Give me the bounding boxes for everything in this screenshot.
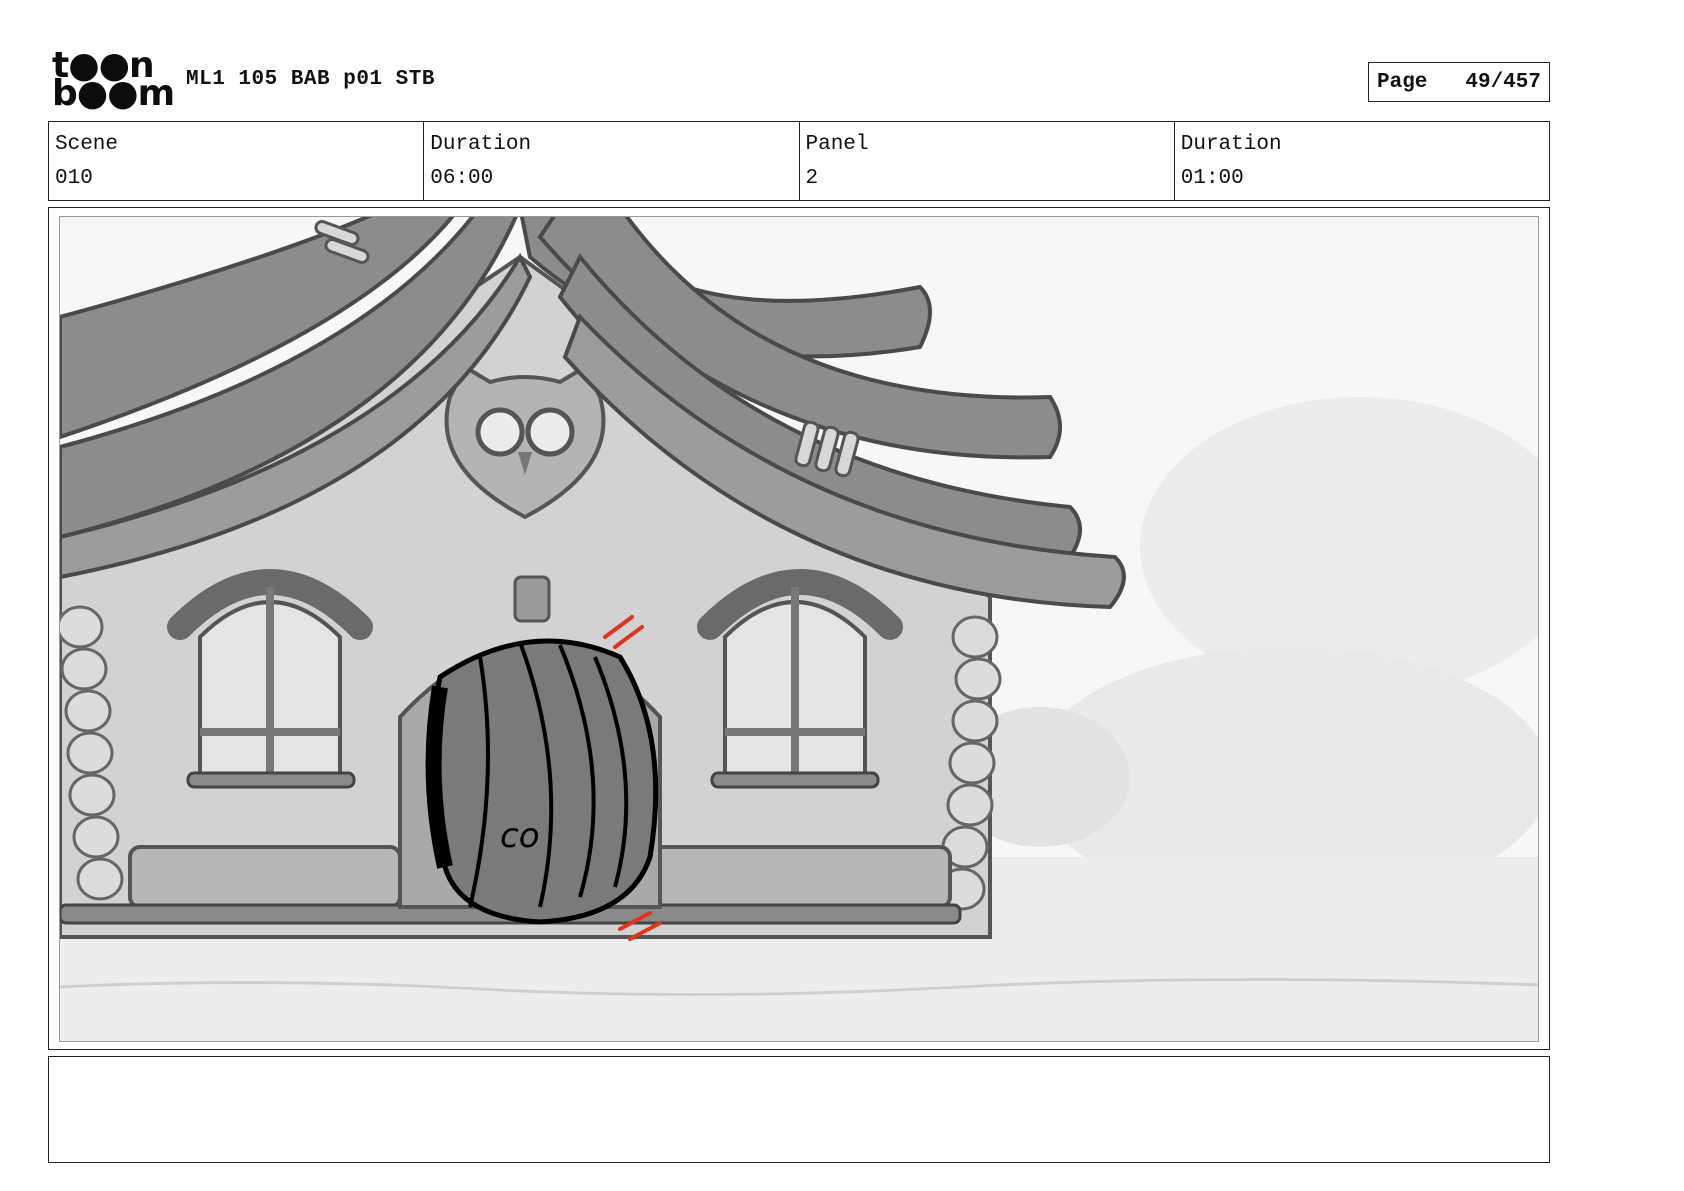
storyboard-drawing: co	[59, 216, 1539, 1042]
toon-boom-logo: t●●n b●●m	[52, 48, 175, 114]
storyboard-panel-frame: co	[48, 207, 1550, 1050]
panel-label: Panel	[805, 133, 869, 156]
logo-bottom-text: b●●m	[52, 73, 175, 114]
scene-cell: Scene 010	[49, 122, 425, 200]
arch-keystone	[513, 575, 551, 623]
scene-value: 010	[55, 167, 93, 190]
panel-duration-value: 01:00	[1180, 167, 1244, 190]
scene-info-table: Scene 010 Duration 06:00 Panel 2 Duratio…	[48, 121, 1550, 201]
scene-duration-value: 06:00	[430, 167, 494, 190]
panel-duration-cell: Duration 01:00	[1175, 122, 1549, 200]
scene-label: Scene	[55, 133, 119, 156]
base-log-left	[128, 845, 402, 909]
panel-value: 2	[805, 167, 819, 190]
right-window	[697, 569, 903, 789]
left-window	[167, 569, 373, 789]
scene-duration-label: Duration	[430, 133, 532, 156]
panel-duration-label: Duration	[1180, 133, 1282, 156]
notes-box	[48, 1056, 1550, 1163]
door-mark: co	[500, 816, 540, 856]
panel-cell: Panel 2	[800, 122, 1175, 200]
page-indicator: Page 49/457	[1368, 62, 1550, 102]
document-title: ML1 105 BAB p01 STB	[186, 68, 435, 91]
page-number: 49/457	[1465, 70, 1541, 94]
base-log-right	[648, 845, 952, 909]
rolling-door: co	[425, 638, 659, 925]
page-label: Page	[1377, 70, 1428, 94]
cottage-sketch: co	[60, 217, 1538, 1041]
scene-duration-cell: Duration 06:00	[424, 122, 800, 200]
